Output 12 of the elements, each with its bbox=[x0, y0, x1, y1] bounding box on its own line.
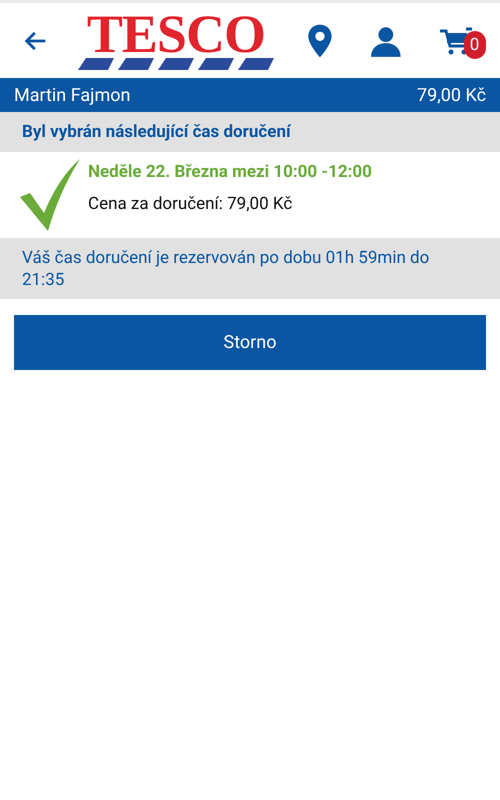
location-pin-icon[interactable] bbox=[306, 22, 334, 58]
order-total: 79,00 Kč bbox=[417, 84, 486, 106]
reservation-note: Váš čas doručení je rezervován po dobu 01h 59min do 21:35 bbox=[0, 238, 500, 299]
logo-text: TESCO bbox=[86, 12, 265, 56]
delivery-time: Neděle 22. Března mezi 10:00 -12:00 bbox=[88, 162, 372, 182]
cancel-button[interactable]: Storno bbox=[14, 315, 486, 370]
section-heading: Byl vybrán následující čas doručení bbox=[0, 112, 500, 152]
cart-count-badge: 0 bbox=[464, 30, 486, 58]
checkmark-icon bbox=[20, 159, 82, 231]
delivery-price: Cena za doručení: 79,00 Kč bbox=[88, 194, 294, 214]
customer-name: Martin Fajmon bbox=[14, 84, 130, 106]
logo-stripes-icon bbox=[78, 58, 274, 70]
